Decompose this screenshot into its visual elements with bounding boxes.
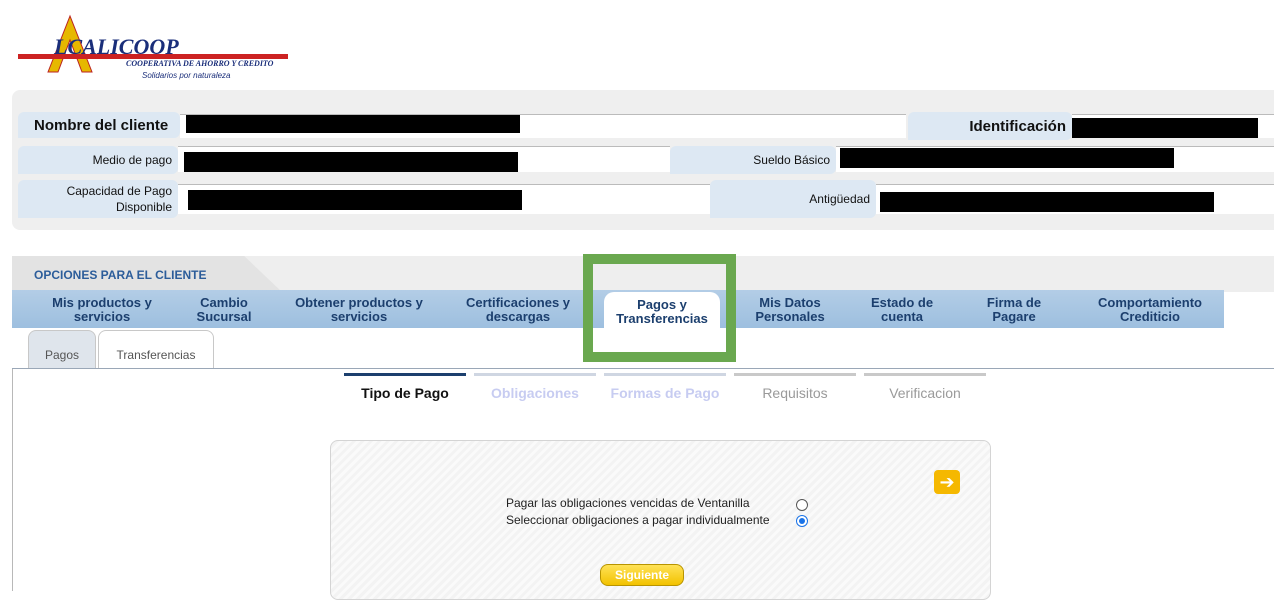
radio-overdue-window[interactable] — [796, 499, 808, 511]
logo-graphic: LCALICOOP COOPERATIVA DE AHORRO Y CREDIT… — [18, 14, 288, 80]
client-name-label: Nombre del cliente — [18, 112, 180, 138]
nav-tab-personal-data[interactable]: Mis Datos Personales — [740, 290, 840, 328]
nav-tab-certifications[interactable]: Certificaciones y descargas — [448, 290, 588, 328]
redacted-payment-capacity — [188, 190, 522, 210]
radio-select-individually[interactable] — [796, 515, 808, 527]
nav-tab-my-products[interactable]: Mis productos y servicios — [32, 290, 172, 328]
seniority-label: Antigüedad — [710, 180, 876, 218]
option-select-individually: Seleccionar obligaciones a pagar individ… — [506, 513, 770, 527]
nav-tab-obtain-products[interactable]: Obtener productos y servicios — [284, 290, 434, 328]
nav-tab-credit-behavior[interactable]: Comportamiento Crediticio — [1078, 290, 1222, 328]
logo-slogan: Solidarios por naturaleza — [142, 71, 231, 80]
content-left-border — [12, 369, 13, 591]
payment-capacity-label-line2: Disponible — [115, 200, 172, 214]
redacted-base-salary — [840, 148, 1174, 168]
nav-tab-account-statement[interactable]: Estado de cuenta — [852, 290, 952, 328]
subtab-transfers[interactable]: Transferencias — [98, 330, 214, 368]
nav-tab-change-branch[interactable]: Cambio Sucursal — [176, 290, 272, 328]
step-obligations: Obligaciones — [474, 373, 596, 403]
payment-capacity-label: Capacidad de Pago Disponible — [18, 180, 178, 218]
step-verification: Verificacion — [864, 373, 986, 403]
redacted-payment-method — [184, 152, 518, 172]
redacted-seniority — [880, 192, 1214, 212]
step-payment-forms: Formas de Pago — [604, 373, 726, 403]
subtab-divider — [12, 368, 1274, 369]
redacted-client-name — [186, 115, 520, 133]
redacted-identification — [1072, 118, 1258, 138]
subtab-payments[interactable]: Pagos — [28, 330, 96, 368]
alcalicoop-logo: LCALICOOP COOPERATIVA DE AHORRO Y CREDIT… — [18, 14, 293, 90]
nav-tab-sign-promissory-note[interactable]: Firma de Pagare — [966, 290, 1062, 328]
payment-capacity-label-line1: Capacidad de Pago — [66, 184, 172, 198]
step-requirements: Requisitos — [734, 373, 856, 403]
option-overdue-window: Pagar las obligaciones vencidas de Venta… — [506, 496, 750, 510]
next-arrow-icon[interactable]: ➔ — [934, 470, 960, 494]
base-salary-label: Sueldo Básico — [670, 146, 836, 174]
highlight-annotation — [583, 254, 736, 362]
options-tab: OPCIONES PARA EL CLIENTE — [12, 256, 282, 292]
logo-brand-name: LCALICOOP — [53, 34, 179, 59]
identification-label: Identificación — [908, 112, 1072, 140]
payment-method-label: Medio de pago — [18, 146, 178, 174]
logo-tagline: COOPERATIVA DE AHORRO Y CREDITO — [126, 59, 274, 68]
next-button[interactable]: Siguiente — [600, 564, 684, 586]
step-payment-type: Tipo de Pago — [344, 373, 466, 403]
